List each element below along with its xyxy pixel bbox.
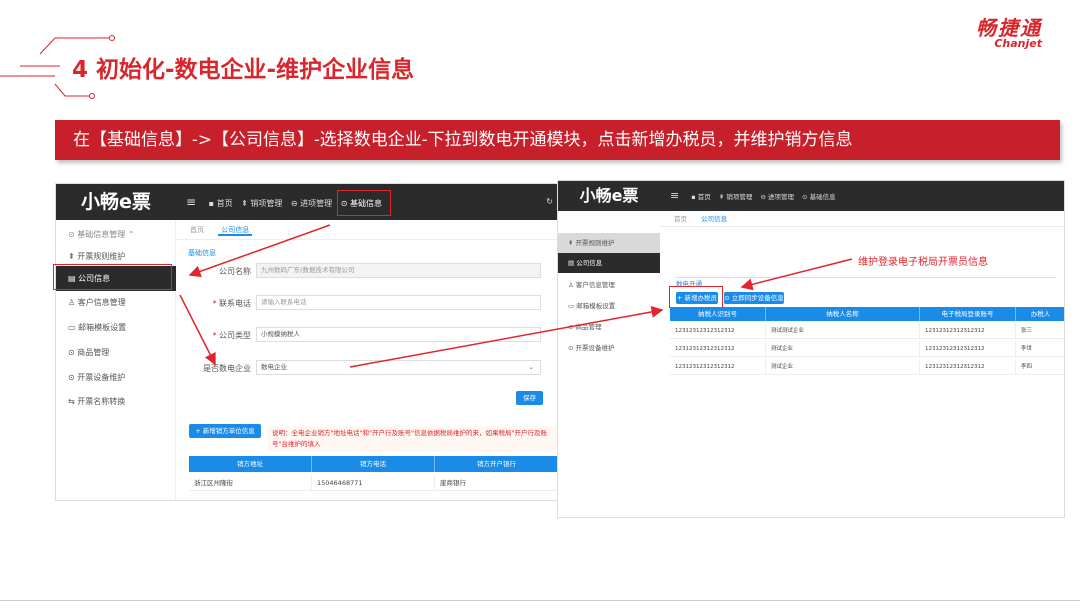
tab-company[interactable]: 公司信息 — [218, 226, 253, 236]
sidebar-item-name-convert[interactable]: ⇆ 开票名称转换 — [56, 389, 176, 414]
app-logo: 小畅e票 — [56, 184, 176, 220]
sidebar-item-goods[interactable]: ⊙ 商品管理 — [558, 317, 660, 337]
footer-divider — [0, 600, 1080, 601]
nav-home[interactable]: ▪ 首页 — [691, 193, 710, 201]
col-address: 销方地址 — [189, 456, 312, 472]
cell: 12312312312312312 — [670, 359, 766, 374]
chevron-down-icon: ⌄ — [528, 363, 534, 371]
nav-purchase[interactable]: ⊖ 进项管理 — [760, 193, 794, 201]
col-bank: 销方开户银行 — [435, 456, 559, 472]
highlight-add-officer — [669, 286, 723, 308]
cell: 12312312312312312 — [920, 341, 1016, 356]
col-officer: 办税人 — [1016, 307, 1064, 321]
sidebar-item-devices[interactable]: ⊙ 开票设备维护 — [56, 365, 176, 390]
seller-note: 说明：全电企业销方"地址电话"和"开户行及账号"信息依据税局维护的来，如果税局"… — [268, 426, 558, 452]
cell: 李世 — [1016, 341, 1064, 356]
cell: 浙江区州隆街 — [189, 475, 312, 490]
tab-home[interactable]: 首页 — [674, 215, 687, 223]
nav-sales[interactable]: ⇞ 销项管理 — [719, 193, 753, 201]
cell: 12312312312312312 — [920, 323, 1016, 338]
digital-label: 是否数电企业 — [203, 364, 251, 373]
slide-title: 4 初始化-数电企业-维护企业信息 — [72, 57, 415, 83]
col-login: 电子税局登录账号 — [920, 307, 1016, 321]
cell: 测试企业 — [766, 341, 920, 356]
save-button[interactable]: 保存 — [516, 391, 543, 405]
nav-sales[interactable]: ⇞ 销项管理 — [241, 199, 282, 208]
sidebar-item-devices[interactable]: ⊙ 开票设备维护 — [558, 338, 660, 358]
nav-basic-info[interactable]: ⊙ 基础信息 — [802, 193, 836, 201]
brand-logo: 畅捷通 Chanjet — [976, 12, 1042, 50]
table-row[interactable]: 12312312312312312 测试企业 12312312312312312… — [670, 341, 1064, 357]
phone-field[interactable]: 请输入联系电话 — [256, 295, 541, 310]
company-name-field[interactable]: 九州数码广东(数据技术有限公司 — [256, 263, 541, 278]
top-nav: ≡ ▪ 首页 ⇞ 销项管理 ⊖ 进项管理 ⊙ 基础信息 — [660, 181, 1064, 211]
company-type-field[interactable]: 小规模纳税人 — [256, 327, 541, 342]
seller-table-header: 销方地址 销方电话 销方开户银行 — [189, 456, 559, 472]
highlight-basic-info — [337, 190, 391, 216]
table-row[interactable]: 浙江区州隆街 15046468771 崖商银行 — [189, 475, 559, 491]
screenshot-digital-open: 小畅e票 ⇞ 开票规则维护 ▤ 公司信息 ♙ 客户信息管理 ▭ 邮箱模板设置 ⊙… — [557, 180, 1065, 518]
divider — [676, 277, 1056, 278]
cell: 张三 — [1016, 323, 1064, 338]
menu-icon[interactable]: ≡ — [670, 189, 679, 202]
col-phone: 销方电话 — [312, 456, 435, 472]
instruction-banner: 在【基础信息】->【公司信息】-选择数电企业-下拉到数电开通模块，点击新增办税员… — [55, 120, 1060, 160]
tab-home[interactable]: 首页 — [190, 226, 204, 234]
officer-table-header: 纳税人识别号 纳税人名称 电子税局登录账号 办税人 — [670, 307, 1064, 321]
nav-purchase[interactable]: ⊖ 进项管理 — [291, 199, 332, 208]
cell: 李四 — [1016, 359, 1064, 374]
section-basic: 基础信息 — [188, 249, 216, 257]
cell: 测试企业 — [766, 359, 920, 374]
digital-select[interactable]: 数电企业 ⌄ — [256, 360, 541, 375]
add-seller-button[interactable]: + 新增销方单位信息 — [189, 424, 261, 438]
menu-icon[interactable]: ≡ — [186, 195, 196, 209]
cell: 崖商银行 — [435, 475, 559, 490]
refresh-icon[interactable]: ↻ — [546, 184, 553, 220]
sidebar-item-customers[interactable]: ♙ 客户信息管理 — [558, 275, 660, 295]
phone-label: * 联系电话 — [212, 299, 251, 308]
cell: 12312312312312312 — [920, 359, 1016, 374]
screenshot-company-info: 小畅e票 ⊙ 基础信息管理 ⌃ ⇞ 开票规则维护 ▤ 公司信息 ♙ 客户信息管理… — [55, 183, 560, 501]
cell: 12312312312312312 — [670, 323, 766, 338]
annotation-text: 维护登录电子税局开票员信息 — [858, 257, 988, 268]
sidebar: 小畅e票 ⊙ 基础信息管理 ⌃ ⇞ 开票规则维护 ▤ 公司信息 ♙ 客户信息管理… — [56, 184, 176, 500]
sidebar-item-rules[interactable]: ⇞ 开票规则维护 — [558, 233, 660, 253]
sidebar-item-email[interactable]: ▭ 邮箱模板设置 — [56, 315, 176, 340]
highlight-company-info — [53, 264, 172, 290]
tab-bar: 首页 公司信息 — [660, 211, 1064, 227]
type-label: * 公司类型 — [212, 331, 251, 340]
cell: 12312312312312312 — [670, 341, 766, 356]
col-tax-name: 纳税人名称 — [766, 307, 920, 321]
nav-home[interactable]: ▪ 首页 — [209, 199, 233, 208]
sidebar-item-email[interactable]: ▭ 邮箱模板设置 — [558, 296, 660, 316]
table-row[interactable]: 12312312312312312 测试测试企业 123123123123123… — [670, 323, 1064, 339]
table-row[interactable]: 12312312312312312 测试企业 12312312312312312… — [670, 359, 1064, 375]
sync-device-button[interactable]: ⊙ 立即同步设备信息 — [724, 292, 784, 304]
cell: 15046468771 — [312, 475, 435, 490]
sidebar-item-company[interactable]: ▤ 公司信息 — [558, 253, 660, 273]
sidebar-item-customers[interactable]: ♙ 客户信息管理 — [56, 290, 176, 315]
sidebar: 小畅e票 ⇞ 开票规则维护 ▤ 公司信息 ♙ 客户信息管理 ▭ 邮箱模板设置 ⊙… — [558, 181, 660, 517]
tab-company[interactable]: 公司信息 — [701, 215, 727, 223]
company-label: 公司名称 — [219, 267, 251, 276]
col-tax-id: 纳税人识别号 — [670, 307, 766, 321]
app-logo: 小畅e票 — [558, 181, 660, 211]
sidebar-item-goods[interactable]: ⊙ 商品管理 — [56, 340, 176, 365]
tab-bar: 首页 公司信息 — [176, 220, 559, 240]
cell: 测试测试企业 — [766, 323, 920, 338]
